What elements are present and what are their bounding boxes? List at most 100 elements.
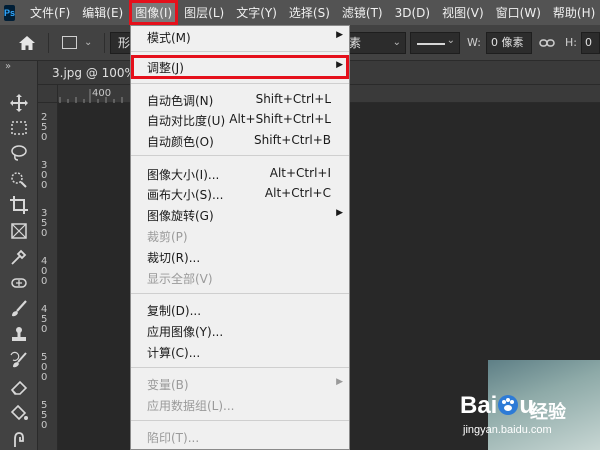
ruler-label: 350 [41, 208, 48, 239]
menu-bar: Ps 文件(F) 编辑(E) 图像(I) 图层(L) 文字(Y) 选择(S) 滤… [0, 0, 600, 25]
menu-item-label: 图像旋转(G) [147, 209, 214, 223]
menu-view[interactable]: 视图(V) [436, 0, 490, 25]
photoshop-logo: Ps [4, 4, 16, 21]
chevron-down-icon: ⌄ [446, 35, 455, 46]
menu-item-shortcut: Alt+Ctrl+I [269, 166, 331, 180]
unit-select-value: 素 [349, 36, 362, 50]
menu-item-duplicate[interactable]: 复制(D)... [131, 299, 349, 320]
menu-item-image-rotation[interactable]: 图像旋转(G) ▶ [131, 204, 349, 225]
height-input[interactable]: 0 [581, 32, 600, 54]
menu-item-variables[interactable]: 变量(B) ▶ [131, 373, 349, 394]
menu-type[interactable]: 文字(Y) [230, 0, 283, 25]
menu-item-auto-tone[interactable]: 自动色调(N) Shift+Ctrl+L [131, 89, 349, 110]
submenu-arrow-icon: ▶ [336, 208, 343, 218]
width-input[interactable]: 0 像素 [486, 32, 532, 54]
eyedropper-icon[interactable] [9, 247, 29, 267]
brush-icon[interactable] [9, 299, 29, 319]
menu-item-mode[interactable]: 模式(M) ▶ [131, 26, 349, 47]
collapse-icon[interactable]: » [5, 61, 11, 72]
ruler-label: 300 [41, 160, 48, 191]
menu-item-label: 应用图像(Y)... [147, 325, 224, 339]
link-icon[interactable] [539, 35, 555, 51]
stroke-line [417, 43, 445, 45]
tools-panel: » [0, 61, 38, 450]
menu-filter[interactable]: 滤镜(T) [336, 0, 389, 25]
menu-item-label: 应用数据组(L)... [147, 399, 235, 413]
marquee-icon[interactable] [9, 118, 29, 138]
chevron-down-icon: ⌄ [392, 37, 401, 48]
menu-item-apply-image[interactable]: 应用图像(Y)... [131, 320, 349, 341]
menu-item-label: 自动对比度(U) [147, 114, 226, 128]
quick-select-icon[interactable] [9, 169, 29, 189]
menu-item-label: 裁切(R)... [147, 251, 201, 265]
menu-item-label: 复制(D)... [147, 304, 202, 318]
menu-item-trap[interactable]: 陷印(T)... [131, 426, 349, 447]
menu-3d[interactable]: 3D(D) [389, 0, 436, 25]
menu-item-auto-color[interactable]: 自动颜色(O) Shift+Ctrl+B [131, 130, 349, 151]
menu-item-apply-data-set[interactable]: 应用数据组(L)... [131, 394, 349, 415]
menu-item-calculations[interactable]: 计算(C)... [131, 341, 349, 362]
rectangle-icon[interactable]: ⌄ [62, 34, 98, 52]
menu-item-shortcut: Alt+Ctrl+C [264, 186, 331, 200]
menu-separator [131, 83, 349, 84]
menu-item-crop[interactable]: 裁剪(P) [131, 225, 349, 246]
separator [48, 33, 49, 53]
menu-item-label: 自动色调(N) [147, 94, 214, 108]
menu-item-label: 画布大小(S)... [147, 188, 224, 202]
submenu-arrow-icon: ▶ [336, 30, 343, 40]
ruler-label: 450 [41, 304, 48, 335]
lasso-icon[interactable] [9, 143, 29, 163]
baidu-paw-icon [497, 394, 519, 416]
document-tab-label: 3.jpg @ 100%( [52, 66, 141, 80]
menu-item-label: 调整(J) [147, 61, 184, 75]
menu-separator [131, 155, 349, 156]
shape-square [62, 36, 77, 49]
eraser-icon[interactable] [9, 377, 29, 397]
paint-bucket-icon[interactable] [9, 403, 29, 423]
ruler-label: 250 [41, 112, 48, 143]
history-brush-icon[interactable] [9, 351, 29, 371]
watermark-jingyan: 经验 [530, 402, 566, 423]
menu-image[interactable]: 图像(I) [129, 0, 179, 25]
image-menu-dropdown: 模式(M) ▶ 调整(J) ▶ 自动色调(N) Shift+Ctrl+L 自动对… [130, 25, 350, 450]
menu-item-label: 计算(C)... [147, 346, 201, 360]
menu-item-label: 图像大小(I)... [147, 168, 220, 182]
menu-item-image-size[interactable]: 图像大小(I)... Alt+Ctrl+I [131, 163, 349, 184]
menu-separator [131, 420, 349, 421]
menu-item-label: 陷印(T)... [147, 431, 200, 445]
menu-item-reveal-all[interactable]: 显示全部(V) [131, 267, 349, 288]
menu-window[interactable]: 窗口(W) [490, 0, 547, 25]
smudge-icon[interactable] [9, 429, 29, 449]
home-icon[interactable] [18, 34, 36, 52]
clone-stamp-icon[interactable] [9, 325, 29, 345]
menu-item-adjustments[interactable]: 调整(J) ▶ [131, 55, 349, 79]
separator [104, 33, 105, 53]
ruler-vertical: 250 300 350 400 450 500 550 [38, 103, 58, 450]
menu-item-label: 显示全部(V) [147, 272, 213, 286]
ruler-label: 550 [41, 400, 48, 431]
height-label: H: [565, 36, 577, 49]
menu-item-label: 裁剪(P) [147, 230, 188, 244]
menu-select[interactable]: 选择(S) [283, 0, 336, 25]
menu-layer[interactable]: 图层(L) [178, 0, 230, 25]
ruler-corner [38, 85, 58, 103]
move-icon[interactable] [9, 93, 29, 113]
menu-item-label: 变量(B) [147, 378, 189, 392]
menu-file[interactable]: 文件(F) [24, 0, 76, 25]
menu-item-auto-contrast[interactable]: 自动对比度(U) Alt+Shift+Ctrl+L [131, 109, 349, 130]
menu-item-trim[interactable]: 裁切(R)... [131, 246, 349, 267]
menu-separator [131, 367, 349, 368]
menu-separator [131, 51, 349, 52]
submenu-arrow-icon: ▶ [336, 60, 343, 70]
frame-icon[interactable] [9, 221, 29, 241]
watermark-url: jingyan.baidu.com [463, 424, 552, 436]
ruler-label: 500 [41, 352, 48, 383]
menu-item-canvas-size[interactable]: 画布大小(S)... Alt+Ctrl+C [131, 183, 349, 204]
baidu-watermark-logo: Bai u [460, 392, 534, 420]
stroke-line-icon[interactable]: ⌄ [410, 32, 460, 54]
healing-brush-icon[interactable] [9, 273, 29, 293]
menu-edit[interactable]: 编辑(E) [76, 0, 129, 25]
crop-icon[interactable] [9, 195, 29, 215]
submenu-arrow-icon: ▶ [336, 377, 343, 387]
menu-help[interactable]: 帮助(H) [547, 0, 600, 25]
